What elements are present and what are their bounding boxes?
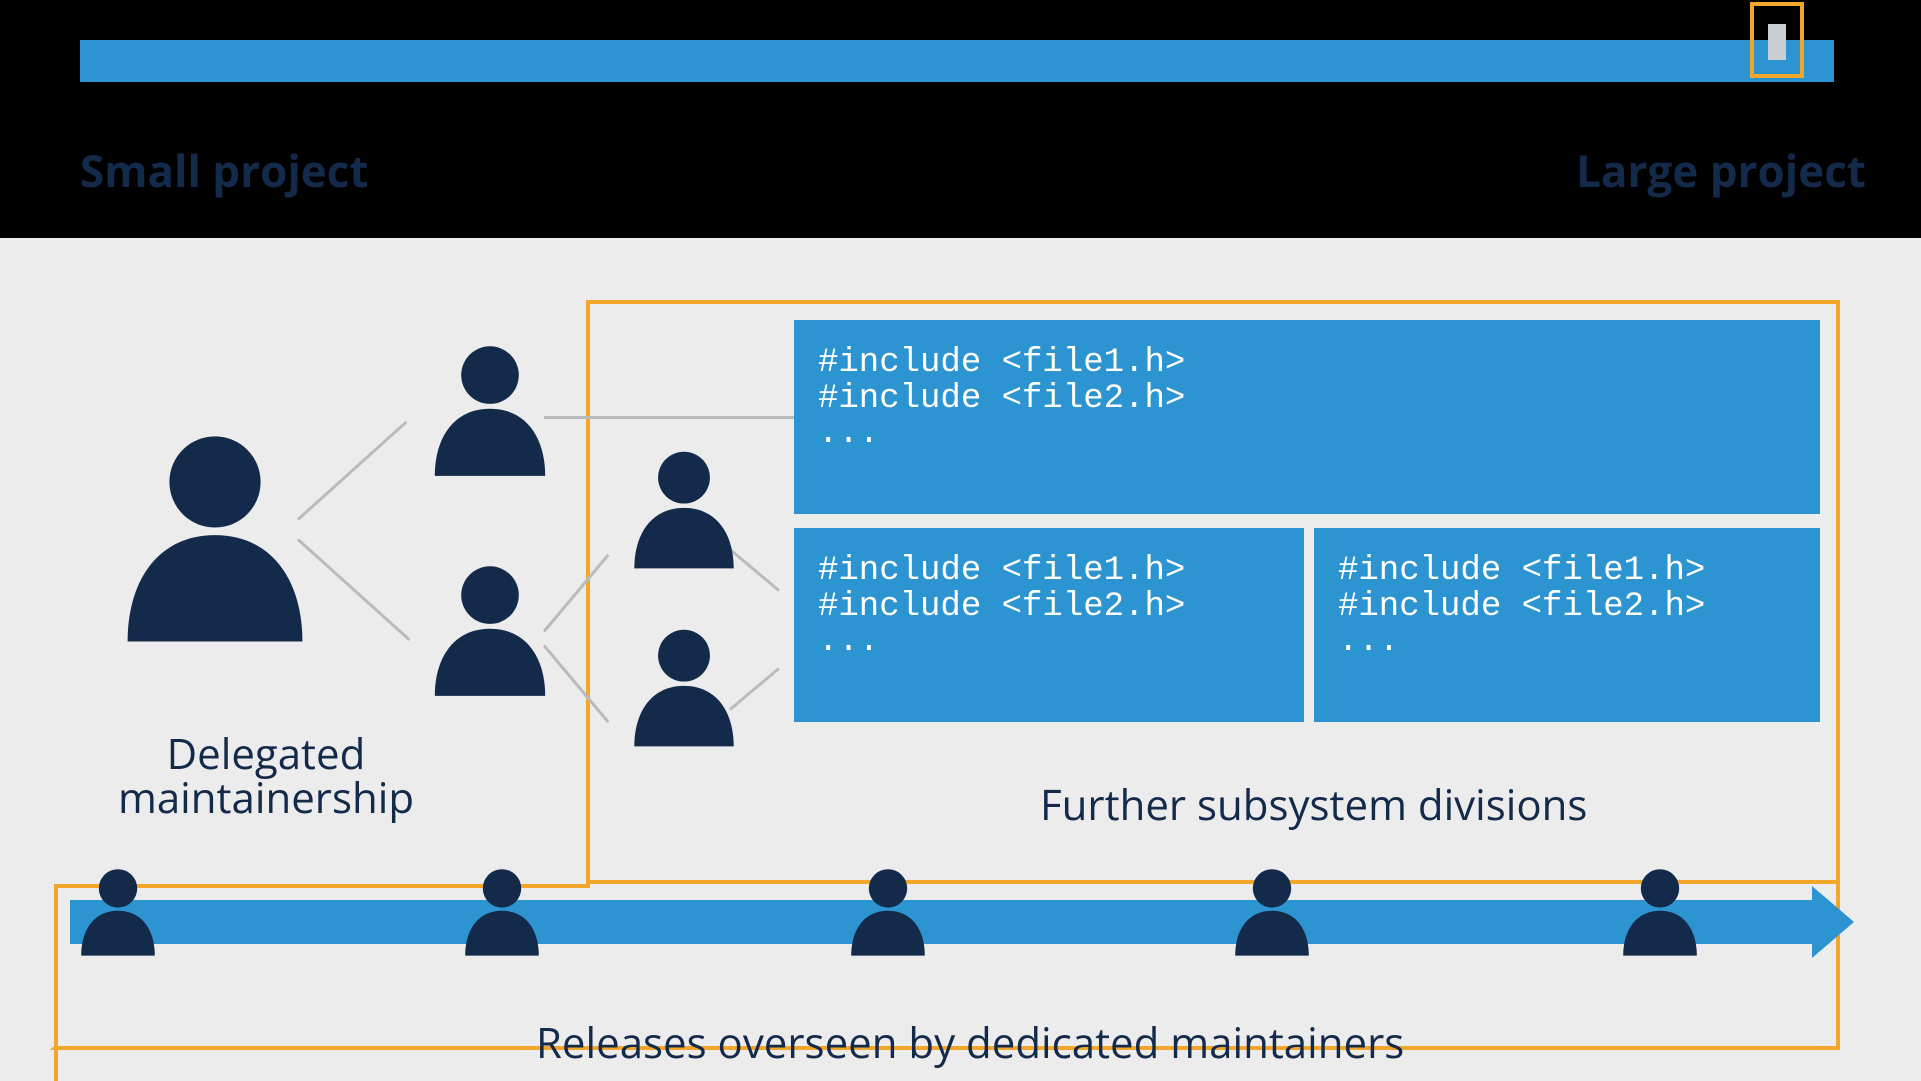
person-icon [1232,862,1312,962]
code-block-1: #include <file1.h> #include <file2.h> ..… [794,320,1820,514]
label-further-subsystem: Further subsystem divisions [1040,776,1587,833]
person-icon [630,620,738,755]
person-icon [462,862,542,962]
slider-grip-icon [1768,24,1786,60]
release-timeline-bar [70,900,1812,944]
stage: Small project Large project #include <fi… [0,0,1921,1081]
person-icon [120,428,310,648]
connector-line [544,416,794,419]
slide-body: #include <file1.h> #include <file2.h> ..… [0,238,1921,1081]
person-icon [430,558,550,703]
code-block-2: #include <file1.h> #include <file2.h> ..… [794,528,1304,722]
person-icon [630,442,738,577]
person-icon [430,338,550,483]
label-releases-overseen: Releases overseen by dedicated maintaine… [536,1014,1404,1071]
project-size-slider-track [80,40,1834,82]
connector-line [297,538,410,641]
label-delegated-maintainership: Delegated maintainership [116,732,416,820]
label-small-project: Small project [80,140,369,200]
connector-line [297,421,408,521]
top-band: Small project Large project [0,0,1921,238]
label-large-project: Large project [1576,140,1866,200]
person-icon [1620,862,1700,962]
project-size-slider-handle[interactable] [1750,2,1804,78]
person-icon [848,862,928,962]
person-icon [78,862,158,962]
code-block-3: #include <file1.h> #include <file2.h> ..… [1314,528,1820,722]
release-timeline-arrowhead-icon [1812,886,1854,958]
